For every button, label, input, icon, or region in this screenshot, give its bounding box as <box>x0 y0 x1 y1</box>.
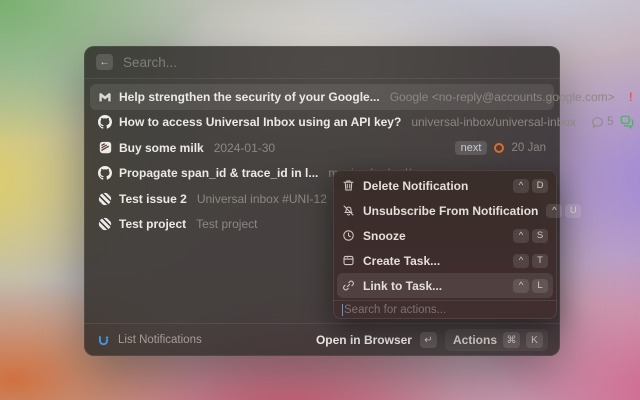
menu-item-label: Link to Task... <box>363 279 505 293</box>
menu-item-label: Delete Notification <box>363 179 505 193</box>
notification-subtitle: 2024-01-30 <box>214 141 275 155</box>
open-in-browser-button[interactable]: Open in Browser <box>316 333 412 347</box>
actions-search-placeholder: Search for actions... <box>344 304 446 316</box>
notification-title: Propagate span_id & trace_id in l... <box>119 166 318 180</box>
actions-menu: Delete Notification ^ D Unsubscribe From… <box>333 170 557 319</box>
important-icon: ! <box>629 90 633 104</box>
actions-menu-items: Delete Notification ^ D Unsubscribe From… <box>333 170 557 300</box>
notification-title: Buy some milk <box>119 141 204 155</box>
link-icon <box>342 279 355 292</box>
notification-title: How to access Universal Inbox using an A… <box>119 115 401 129</box>
actions-label: Actions <box>453 333 497 347</box>
menu-item-label: Snooze <box>363 229 505 243</box>
notification-title: Help strengthen the security of your Goo… <box>119 90 380 104</box>
k-keycap: K <box>526 332 543 348</box>
linear-icon <box>98 192 112 206</box>
menu-item-link-to-task[interactable]: Link to Task... ^ L <box>337 273 553 298</box>
notification-subtitle: Google <no-reply@accounts.google.com> <box>390 90 615 104</box>
menu-item-create-task[interactable]: Create Task... ^ T <box>337 248 553 273</box>
notification-row-github-1[interactable]: How to access Universal Inbox using an A… <box>90 110 554 136</box>
ctrl-keycap: ^ <box>513 279 529 293</box>
shortcut-keys: ^ D <box>513 179 548 193</box>
linear-icon <box>98 217 112 231</box>
actions-button[interactable]: Actions ⌘ K <box>445 329 548 351</box>
search-header: ← <box>84 46 560 79</box>
comment-icon <box>590 115 604 129</box>
github-icon <box>98 166 112 180</box>
next-label-badge: next <box>455 141 488 155</box>
discussions-icon <box>620 115 634 129</box>
letter-keycap: D <box>532 179 548 193</box>
status-bar: List Notifications Open in Browser ↵ Act… <box>84 323 560 356</box>
tray-icon <box>342 254 355 267</box>
letter-keycap: U <box>565 204 581 218</box>
trash-icon <box>342 179 355 192</box>
ctrl-keycap: ^ <box>513 229 529 243</box>
back-button[interactable]: ← <box>96 54 113 70</box>
notification-subtitle: universal-inbox/universal-inbox <box>411 115 576 129</box>
ctrl-keycap: ^ <box>546 204 562 218</box>
notification-subtitle: Test project <box>196 217 257 231</box>
notification-subtitle: Universal inbox #UNI-12 <box>197 192 327 206</box>
notification-date: 20 Jan <box>511 142 546 154</box>
notification-title: Test issue 2 <box>119 192 187 206</box>
menu-item-unsubscribe[interactable]: Unsubscribe From Notification ^ U <box>337 198 553 223</box>
ctrl-keycap: ^ <box>513 254 529 268</box>
github-icon <box>98 115 112 129</box>
notification-title: Test project <box>119 217 186 231</box>
comment-count: 5 <box>607 116 613 128</box>
ctrl-keycap: ^ <box>513 179 529 193</box>
open-status-icon <box>494 143 504 153</box>
actions-search-input[interactable]: Search for actions... <box>333 300 557 319</box>
universal-inbox-window: ← Help strengthen the security of your G… <box>84 46 560 356</box>
menu-item-snooze[interactable]: Snooze ^ S <box>337 223 553 248</box>
cmd-keycap: ⌘ <box>503 332 520 348</box>
search-input[interactable] <box>123 55 548 70</box>
shortcut-keys: ^ S <box>513 229 548 243</box>
letter-keycap: L <box>532 279 548 293</box>
gmail-icon <box>98 90 112 104</box>
mode-label: List Notifications <box>118 334 202 346</box>
shortcut-keys: ^ T <box>513 254 548 268</box>
clock-icon <box>342 229 355 242</box>
return-keycap: ↵ <box>420 332 437 348</box>
notification-row-todoist[interactable]: Buy some milk 2024-01-30 next 20 Jan <box>90 135 554 161</box>
menu-item-delete-notification[interactable]: Delete Notification ^ D <box>337 173 553 198</box>
menu-item-label: Create Task... <box>363 254 505 268</box>
shortcut-keys: ^ L <box>513 279 548 293</box>
text-caret <box>342 304 343 316</box>
bell-slash-icon <box>342 204 355 217</box>
menu-item-label: Unsubscribe From Notification <box>363 204 538 218</box>
letter-keycap: S <box>532 229 548 243</box>
shortcut-keys: ^ U <box>546 204 581 218</box>
universal-inbox-logo-icon <box>96 333 110 347</box>
todoist-icon <box>98 141 112 155</box>
notification-row-gmail[interactable]: Help strengthen the security of your Goo… <box>90 84 554 110</box>
letter-keycap: T <box>532 254 548 268</box>
